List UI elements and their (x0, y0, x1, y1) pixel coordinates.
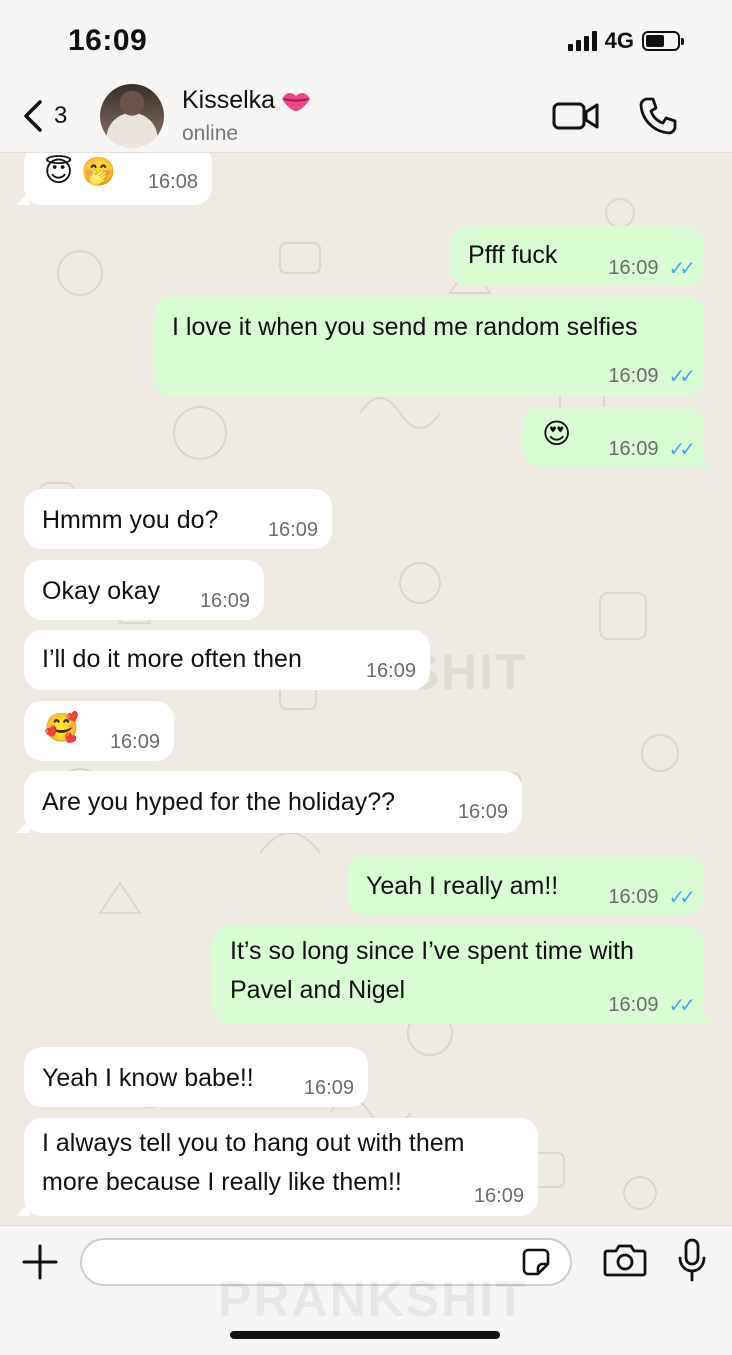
message-text-line: It’s so long since I’ve spent time with (230, 937, 634, 965)
back-button[interactable]: 3 (22, 96, 82, 136)
message-emoji: 🥰 (44, 712, 79, 743)
message-time: 16:09 (366, 660, 416, 683)
plus-icon[interactable] (20, 1242, 60, 1282)
read-receipt-icon: ✓✓ (668, 887, 695, 909)
message-incoming[interactable]: 😇 🤭 16:08 (16, 153, 212, 205)
network-type: 4G (604, 28, 634, 53)
message-time: 16:09 (304, 1077, 354, 1100)
message-time-text: 16:09 (608, 994, 659, 1016)
message-time: 16:08 (148, 171, 198, 194)
message-text: I’ll do it more often then (42, 645, 302, 673)
message-time-text: 16:09 (457, 801, 508, 823)
chat-area[interactable]: PRANKSHIT PRANKSHIT 😇 🤭 16:08 Pfff fuck … (0, 153, 732, 1225)
bubble-tail (16, 819, 30, 833)
bubble-tail (16, 191, 30, 205)
message-time-text: 16:09 (473, 1185, 524, 1207)
message-text-line: more because I really like them!! (42, 1168, 402, 1196)
chevron-left-icon (24, 100, 42, 132)
message-text-line: Pavel and Nigel (230, 976, 406, 1004)
message-text: Yeah I really am!! (366, 872, 559, 900)
message-incoming[interactable]: Are you hyped for the holiday?? 16:09 (16, 771, 522, 833)
message-text: Are you hyped for the holiday?? (42, 788, 396, 816)
message-time: 16:09 ✓✓ (608, 256, 695, 281)
message-incoming[interactable]: Hmmm you do? 16:09 (24, 489, 332, 549)
message-time-text: 16:08 (147, 171, 198, 193)
message-outgoing[interactable]: It’s so long since I’ve spent time with … (212, 926, 712, 1024)
message-time: 16:09 ✓✓ (608, 993, 695, 1018)
message-text: Pfff fuck (468, 241, 558, 269)
status-bar: 16:09 4G (0, 0, 732, 80)
message-text: I love it when you send me random selfie… (172, 313, 638, 341)
watermark: PRANKSHIT (218, 1271, 528, 1327)
bubble-tail (698, 453, 712, 467)
bubble-tail (698, 1010, 712, 1024)
message-time: 16:09 (458, 801, 508, 824)
message-time: 16:09 ✓✓ (608, 437, 695, 462)
contact-name[interactable]: Kisselka (182, 86, 313, 115)
message-time: 16:09 (474, 1185, 524, 1208)
message-text: Yeah I know babe!! (42, 1064, 254, 1092)
message-incoming[interactable]: I’ll do it more often then 16:09 (24, 630, 430, 690)
battery-icon (642, 31, 684, 51)
read-receipt-icon: ✓✓ (668, 366, 695, 388)
message-time-text: 16:09 (267, 519, 318, 541)
message-emoji: 😍 (542, 418, 572, 449)
signal-icon (567, 31, 597, 51)
camera-icon[interactable] (603, 1242, 647, 1278)
message-time: 16:09 (268, 519, 318, 542)
message-time: 16:09 (200, 590, 250, 613)
message-text-line: I always tell you to hang out with them (42, 1129, 465, 1157)
message-time-text: 16:09 (109, 731, 160, 753)
contact-status: online (182, 122, 239, 145)
message-time-text: 16:09 (608, 438, 659, 460)
message-incoming[interactable]: Yeah I know babe!! 16:09 (24, 1047, 368, 1107)
composer-bar: PRANKSHIT (0, 1225, 732, 1355)
bubble-tail (16, 1202, 30, 1216)
message-time-text: 16:09 (303, 1077, 354, 1099)
unread-count: 3 (54, 102, 68, 129)
message-incoming[interactable]: Okay okay 16:09 (24, 560, 264, 620)
read-receipt-icon: ✓✓ (668, 258, 695, 280)
message-time-text: 16:09 (608, 365, 659, 387)
contact-avatar[interactable] (100, 84, 164, 148)
contact-name-text: Kisselka (182, 86, 276, 114)
message-incoming[interactable]: 🥰 16:09 (24, 701, 174, 761)
read-receipt-icon: ✓✓ (668, 995, 695, 1017)
status-indicators: 4G (567, 28, 684, 54)
message-text: Hmmm you do? (42, 506, 219, 534)
message-outgoing[interactable]: Pfff fuck 16:09 ✓✓ (450, 226, 704, 286)
home-indicator[interactable] (230, 1331, 500, 1339)
message-outgoing[interactable]: I love it when you send me random selfie… (154, 296, 704, 396)
video-call-icon[interactable] (552, 98, 600, 134)
microphone-icon[interactable] (676, 1238, 708, 1282)
message-time-text: 16:09 (608, 257, 659, 279)
kiss-mark-icon (282, 92, 311, 111)
message-incoming[interactable]: I always tell you to hang out with them … (16, 1118, 538, 1216)
status-time: 16:09 (68, 24, 148, 57)
message-time-text: 16:09 (365, 660, 416, 682)
read-receipt-icon: ✓✓ (668, 439, 695, 461)
message-time: 16:09 ✓✓ (608, 364, 695, 389)
message-time-text: 16:09 (199, 590, 250, 612)
message-outgoing[interactable]: Yeah I really am!! 16:09 ✓✓ (348, 855, 704, 915)
message-outgoing[interactable]: 😍 16:09 ✓✓ (522, 407, 712, 467)
message-emoji: 😇 🤭 (44, 156, 116, 187)
message-text: Okay okay (42, 577, 161, 605)
message-time: 16:09 ✓✓ (608, 885, 695, 910)
phone-icon[interactable] (638, 96, 678, 136)
message-time: 16:09 (110, 731, 160, 754)
chat-header: 3 Kisselka online (0, 80, 732, 153)
message-time-text: 16:09 (608, 886, 659, 908)
